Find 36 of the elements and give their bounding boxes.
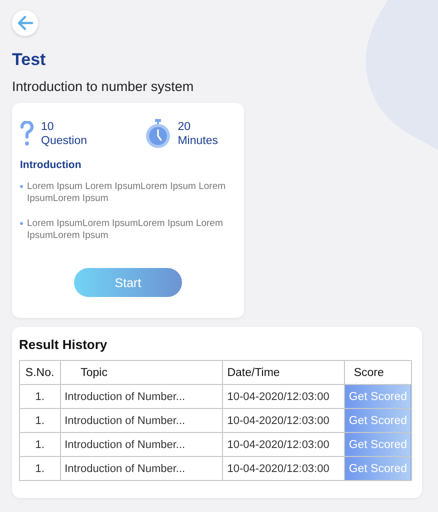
question-mark-icon bbox=[20, 121, 34, 147]
duration-count: 20 bbox=[178, 120, 192, 134]
test-subtitle: Introduction to number system bbox=[12, 79, 195, 94]
bullet-icon bbox=[20, 185, 23, 188]
column-header: Date/Time bbox=[222, 360, 344, 384]
table-cell: 10-04-2020/12:03:00 bbox=[222, 408, 344, 432]
table-cell: 10-04-2020/12:03:00 bbox=[222, 384, 344, 408]
table-cell: 1. bbox=[20, 384, 60, 408]
bullet-text: Lorem Ipsum Lorem IpsumLorem Ipsum Lorem IpsumLorem Ipsum bbox=[27, 181, 227, 205]
column-header: S.No. bbox=[20, 360, 60, 384]
get-scored-button[interactable]: Get Scored bbox=[344, 456, 412, 480]
bullet-text: Lorem IpsumLorem IpsumLorem Ipsum Lorem IpsumLorem Ipsum bbox=[27, 218, 224, 242]
duration-label: Minutes bbox=[178, 134, 218, 148]
back-button[interactable] bbox=[12, 10, 38, 36]
back-arrow-icon bbox=[17, 16, 33, 30]
table-cell: 10-04-2020/12:03:00 bbox=[222, 456, 344, 480]
table-cell: 1. bbox=[20, 408, 60, 432]
table-cell: Introduction of Number... bbox=[60, 432, 223, 456]
table-cell: Introduction of Number... bbox=[60, 384, 223, 408]
bullet-icon bbox=[20, 222, 23, 225]
section-heading: Result History bbox=[19, 337, 108, 352]
section-heading: Introduction bbox=[20, 159, 82, 171]
get-scored-button[interactable]: Get Scored bbox=[344, 432, 412, 456]
get-scored-button[interactable]: Get Scored bbox=[344, 384, 412, 408]
start-button[interactable]: Start bbox=[74, 268, 182, 297]
question-label: Question bbox=[41, 134, 88, 148]
table-cell: 1. bbox=[20, 432, 60, 456]
table-cell: 10-04-2020/12:03:00 bbox=[222, 432, 344, 456]
get-scored-button[interactable]: Get Scored bbox=[344, 408, 412, 432]
table-cell: Introduction of Number... bbox=[60, 456, 223, 480]
stopwatch-icon bbox=[144, 119, 171, 149]
table-cell: 1. bbox=[20, 456, 60, 480]
question-count: 10 bbox=[41, 120, 55, 134]
table-cell: Introduction of Number... bbox=[60, 408, 223, 432]
column-header: Topic bbox=[60, 360, 223, 384]
page-title: Test bbox=[12, 50, 47, 70]
